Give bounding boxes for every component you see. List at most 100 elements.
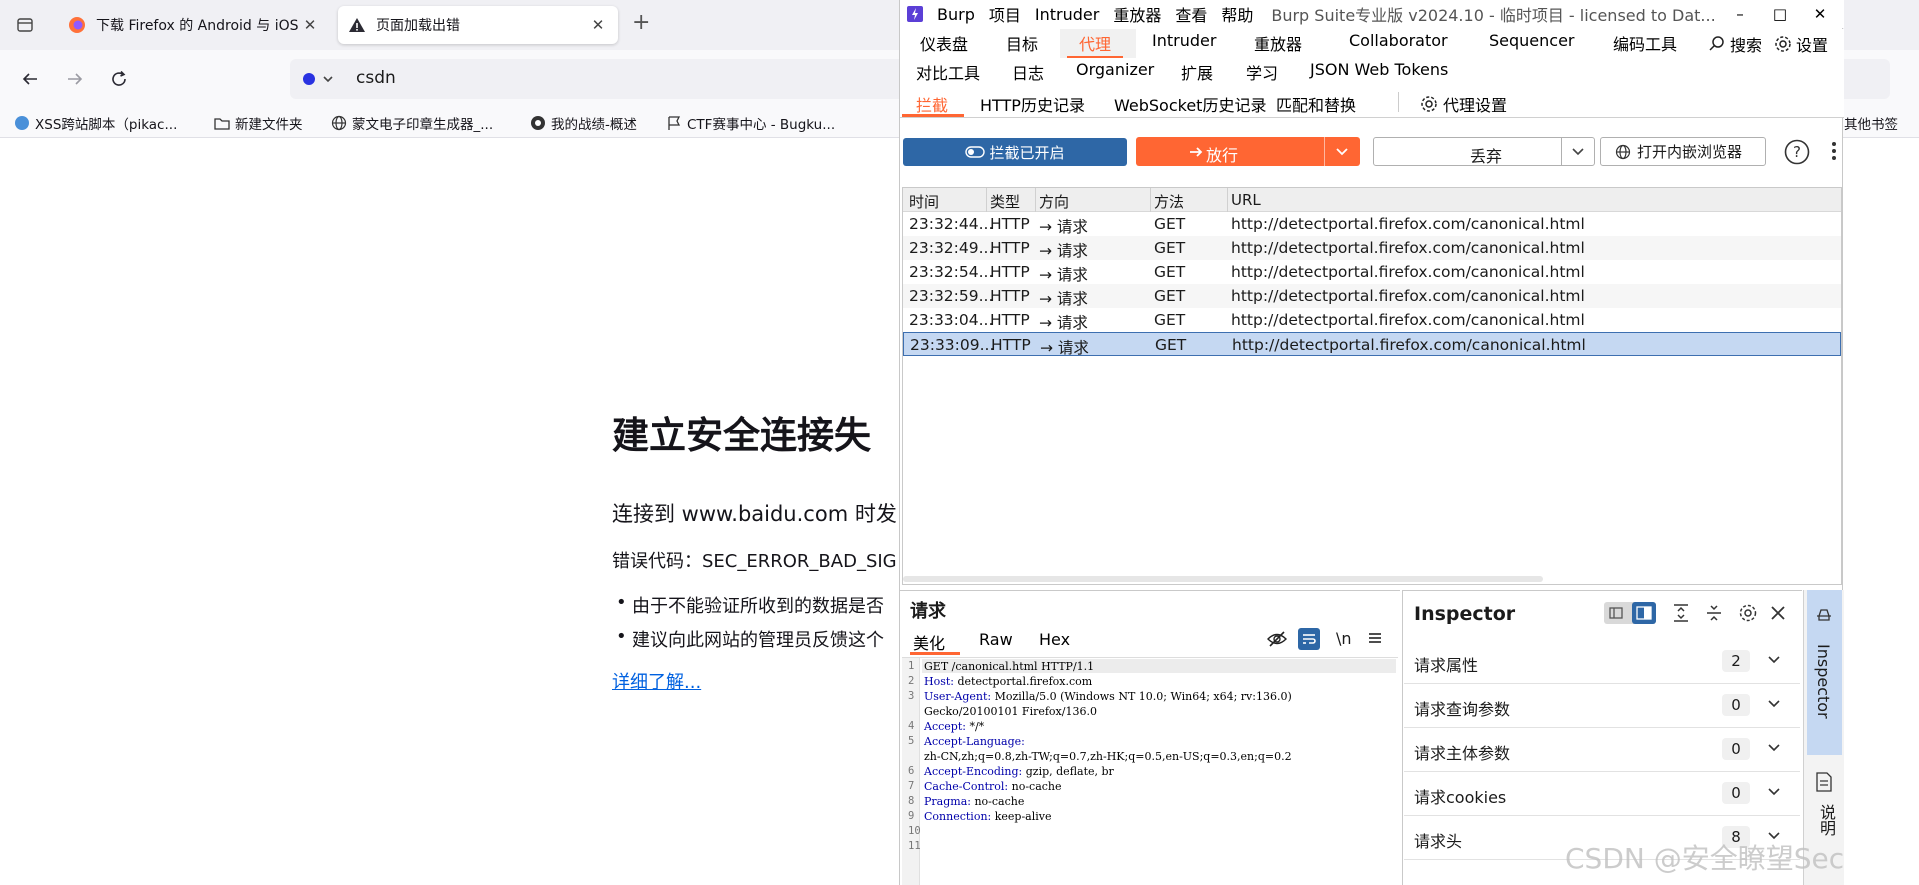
url-input[interactable]: csdn — [356, 68, 396, 88]
chevron-down-icon[interactable] — [1766, 696, 1782, 712]
subtab-http-history[interactable]: HTTP历史记录 — [980, 92, 1085, 116]
tab-comparer[interactable]: 对比工具 — [916, 60, 980, 85]
search-button[interactable]: 搜索 — [1708, 31, 1762, 56]
minimize-button[interactable]: – — [1720, 2, 1760, 26]
reload-icon[interactable] — [104, 64, 134, 94]
hide-icon[interactable] — [1267, 630, 1287, 648]
open-browser-button[interactable]: 打开内嵌浏览器 — [1600, 137, 1766, 166]
tab-firefox-download[interactable]: 下载 Firefox 的 Android 与 iOS ✕ — [58, 6, 330, 44]
tab-learn[interactable]: 学习 — [1246, 60, 1278, 85]
word-wrap-icon[interactable] — [1298, 628, 1320, 650]
tab-repeater[interactable]: 重放器 — [1254, 31, 1302, 56]
column-url[interactable]: URL — [1231, 191, 1261, 209]
menu-icon[interactable] — [1368, 631, 1382, 645]
close-inspector-icon[interactable] — [1769, 604, 1787, 622]
bookmark-folder[interactable]: 新建文件夹 — [214, 112, 303, 134]
header-value: zh-CN,zh;q=0.8,zh-TW;q=0.7,zh-HK;q=0.5,e… — [924, 750, 1292, 763]
newline-toggle[interactable]: \n — [1336, 629, 1352, 648]
baidu-search-engine-icon[interactable] — [300, 69, 336, 89]
divider — [1561, 138, 1562, 165]
back-icon[interactable] — [15, 64, 45, 94]
inspector-section[interactable]: 请求cookies 0 — [1404, 772, 1800, 816]
column-time[interactable]: 时间 — [909, 191, 939, 212]
inspector-settings-icon[interactable] — [1738, 603, 1758, 623]
table-row[interactable]: 23:33:04... HTTP → 请求 GET http://detectporta… — [903, 308, 1841, 332]
tab-collaborator[interactable]: Collaborator — [1349, 31, 1448, 56]
subtab-match-replace[interactable]: 匹配和替换 — [1276, 92, 1356, 116]
chevron-down-icon[interactable] — [1334, 144, 1350, 160]
inspector-section[interactable]: 请求主体参数 0 — [1404, 728, 1800, 772]
inspector-title: Inspector — [1414, 603, 1516, 625]
table-row[interactable]: 23:32:44... HTTP → 请求 GET http://detectporta… — [903, 212, 1841, 236]
notes-icon[interactable] — [1815, 772, 1833, 792]
menu-project[interactable]: 项目 — [989, 2, 1021, 26]
tab-list-icon[interactable] — [10, 10, 40, 40]
column-direction[interactable]: 方向 — [1039, 191, 1069, 212]
menu-intruder[interactable]: Intruder — [1035, 5, 1099, 24]
help-icon[interactable]: ? — [1784, 139, 1810, 165]
forward-icon[interactable] — [60, 64, 90, 94]
close-window-button[interactable]: ✕ — [1800, 2, 1840, 26]
bookmark-item[interactable]: 我的战绩-概述 — [530, 112, 637, 134]
chevron-down-icon[interactable] — [1766, 784, 1782, 800]
tab-target[interactable]: 目标 — [1006, 31, 1038, 56]
bookmark-item[interactable]: CTF赛事中心 - Bugku... — [666, 112, 835, 134]
tab-extensions[interactable]: 扩展 — [1181, 60, 1213, 85]
tab-proxy[interactable]: 代理 — [1066, 31, 1124, 59]
tab-sequencer[interactable]: Sequencer — [1489, 31, 1575, 56]
expand-all-icon[interactable] — [1672, 603, 1690, 623]
chevron-down-icon[interactable] — [1570, 144, 1586, 160]
collapse-all-icon[interactable] — [1705, 603, 1723, 623]
cell-url: http://detectportal.firefox.com/canonica… — [1231, 215, 1585, 233]
count-badge: 2 — [1722, 650, 1750, 672]
forward-button[interactable]: 放行 — [1136, 137, 1360, 166]
inspector-section[interactable]: 请求查询参数 0 — [1404, 684, 1800, 728]
side-tab-inspector[interactable]: Inspector — [1807, 590, 1842, 755]
horizontal-scrollbar[interactable] — [903, 576, 1543, 582]
tab-load-error[interactable]: 页面加载出错 ✕ — [338, 6, 618, 44]
cell-time: 23:32:49... — [909, 239, 994, 257]
tab-pretty[interactable]: 美化 — [913, 630, 945, 654]
maximize-button[interactable]: □ — [1760, 2, 1800, 26]
chevron-down-icon[interactable] — [1766, 740, 1782, 756]
inspector-section[interactable]: 请求属性 2 — [1404, 640, 1800, 684]
subtab-intercept[interactable]: 拦截 — [916, 92, 948, 116]
subtab-proxy-settings[interactable]: 代理设置 — [1420, 92, 1507, 116]
code-line: User-Agent: Mozilla/5.0 (Windows NT 10.0… — [924, 690, 1292, 703]
other-bookmarks[interactable]: 其他书签 — [1844, 112, 1898, 134]
learn-more-link[interactable]: 详细了解... — [612, 668, 701, 694]
menu-help[interactable]: 帮助 — [1221, 2, 1253, 26]
chevron-down-icon[interactable] — [1766, 652, 1782, 668]
subtab-websocket-history[interactable]: WebSocket历史记录 — [1114, 92, 1266, 116]
tab-raw[interactable]: Raw — [979, 630, 1013, 649]
more-options-icon[interactable] — [1831, 140, 1837, 162]
menu-repeater[interactable]: 重放器 — [1113, 2, 1161, 26]
request-editor[interactable]: 1 GET /canonical.html HTTP/1.1 2 Host: dete… — [902, 657, 1398, 885]
table-row[interactable]: 23:33:09... HTTP → 请求 GET http://detectporta… — [903, 332, 1841, 357]
tab-organizer[interactable]: Organizer — [1076, 60, 1154, 85]
tab-hex[interactable]: Hex — [1039, 630, 1070, 649]
table-row[interactable]: 23:32:59... HTTP → 请求 GET http://detectporta… — [903, 284, 1841, 308]
menu-view[interactable]: 查看 — [1175, 2, 1207, 26]
close-tab-icon[interactable]: ✕ — [300, 15, 320, 35]
menu-burp[interactable]: Burp — [937, 5, 975, 24]
tab-decoder[interactable]: 编码工具 — [1613, 31, 1677, 56]
settings-button[interactable]: 设置 — [1774, 31, 1828, 56]
cell-type: HTTP — [991, 336, 1031, 354]
tab-intruder[interactable]: Intruder — [1152, 31, 1216, 56]
table-row[interactable]: 23:32:49... HTTP → 请求 GET http://detectporta… — [903, 236, 1841, 260]
intercept-toggle-button[interactable]: 拦截已开启 — [903, 138, 1127, 166]
layout-toggle[interactable] — [1604, 602, 1656, 624]
tab-logger[interactable]: 日志 — [1012, 60, 1044, 85]
side-tab-notes[interactable]: 说明 — [1814, 804, 1838, 836]
column-method[interactable]: 方法 — [1154, 191, 1184, 212]
tab-json-web-tokens[interactable]: JSON Web Tokens — [1310, 60, 1448, 85]
bookmark-item[interactable]: 蒙文电子印章生成器_... — [331, 112, 493, 134]
tab-dashboard[interactable]: 仪表盘 — [920, 31, 968, 56]
table-row[interactable]: 23:32:54... HTTP → 请求 GET http://detectporta… — [903, 260, 1841, 284]
drop-button[interactable]: 丢弃 — [1373, 137, 1595, 166]
close-tab-icon[interactable]: ✕ — [588, 15, 608, 35]
bookmark-item[interactable]: XSS跨站脚本（pikac... — [14, 112, 177, 134]
new-tab-button[interactable]: + — [632, 10, 650, 35]
column-type[interactable]: 类型 — [990, 191, 1020, 212]
